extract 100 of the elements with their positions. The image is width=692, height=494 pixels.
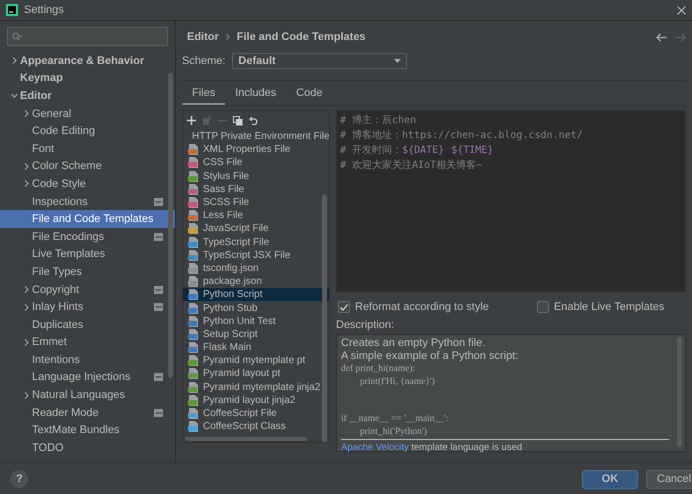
template-item[interactable]: CoffeeScript Class xyxy=(183,420,329,434)
back-arrow-icon[interactable] xyxy=(656,32,667,42)
file-icon xyxy=(188,144,199,156)
code-line: # 博客地址：https://chen-ac.blog.csdn.net/ xyxy=(340,128,584,143)
template-item[interactable]: TypeScript File xyxy=(183,236,329,249)
tab[interactable]: Files xyxy=(182,87,226,105)
sidebar-item[interactable]: Code Editing xyxy=(0,122,175,140)
sidebar-item[interactable]: File Types xyxy=(0,263,175,281)
template-item[interactable]: Flask Main xyxy=(183,341,329,354)
app-logo-icon xyxy=(6,4,18,16)
file-icon xyxy=(188,197,199,208)
template-item[interactable]: Python Stub xyxy=(183,301,329,315)
scrollbar[interactable] xyxy=(168,73,173,378)
sidebar-item[interactable]: Duplicates xyxy=(0,316,175,334)
search-field[interactable] xyxy=(7,27,168,46)
scheme-dropdown[interactable]: Default xyxy=(232,53,408,69)
tab[interactable]: Includes xyxy=(225,87,286,105)
sidebar-item[interactable]: Inspections xyxy=(0,192,175,210)
template-item[interactable]: Python Script xyxy=(183,288,329,302)
chevron-right-icon[interactable] xyxy=(10,57,18,64)
add-icon[interactable] xyxy=(187,116,196,125)
template-item[interactable]: Pyramid mytemplate pt xyxy=(183,354,329,368)
code-line: # 欢迎大家关注AIoT相关博客~ xyxy=(340,158,484,173)
template-item[interactable]: Pyramid mytemplate jinja2 xyxy=(183,380,329,394)
template-item[interactable]: Stylus File xyxy=(183,170,329,183)
sidebar-item[interactable]: Keymap xyxy=(0,70,175,88)
scheme-label: Scheme: xyxy=(182,55,226,67)
scrollbar[interactable] xyxy=(322,194,327,442)
file-icon xyxy=(188,316,199,327)
chevron-down-icon[interactable] xyxy=(10,92,18,100)
template-item[interactable]: Less File xyxy=(183,209,329,222)
template-item[interactable]: HTTP Private Environment File xyxy=(183,130,329,144)
sidebar-item[interactable]: TODO xyxy=(0,439,175,457)
sidebar-item[interactable]: Font xyxy=(0,140,175,158)
file-icon xyxy=(188,262,199,274)
checkbox-label: Reformat according to style xyxy=(355,301,489,313)
checkbox-label: Enable Live Templates xyxy=(554,301,664,313)
template-item[interactable]: Python Unit Test xyxy=(183,314,329,328)
template-item[interactable]: SCSS File xyxy=(183,196,329,210)
sidebar-item[interactable]: Color Scheme xyxy=(0,158,175,176)
chevron-right-icon[interactable] xyxy=(22,304,30,311)
chevron-right-icon[interactable] xyxy=(22,110,30,118)
template-item[interactable]: JavaScript File xyxy=(183,222,329,236)
chevron-right-icon[interactable] xyxy=(22,392,30,399)
template-item[interactable]: CSS File xyxy=(183,156,329,170)
velocity-link[interactable]: Apache Velocity xyxy=(341,442,409,453)
chevron-right-icon[interactable] xyxy=(22,338,30,346)
sidebar-item[interactable]: File and Code Templates xyxy=(0,210,175,228)
description-label: Description: xyxy=(336,319,396,332)
sidebar-item[interactable]: Appearance & Behavior xyxy=(0,52,175,70)
file-icon xyxy=(188,250,199,261)
sidebar-item[interactable]: Copyright xyxy=(0,280,175,298)
sidebar-item[interactable]: Editor xyxy=(0,87,175,105)
sidebar-item[interactable]: General xyxy=(0,104,175,122)
file-icon xyxy=(188,170,199,182)
dialog-button[interactable]: Cancel xyxy=(646,470,692,488)
sidebar-item[interactable]: Inlay Hints xyxy=(0,298,175,316)
code-line: # 开发时间：${DATE} ${TIME} xyxy=(340,144,494,158)
sidebar-item[interactable]: Live Templates xyxy=(0,246,175,264)
sidebar-item[interactable]: Intentions xyxy=(0,351,175,369)
chevron-right-icon[interactable] xyxy=(22,180,30,188)
template-item[interactable]: XML Properties File xyxy=(183,143,329,156)
chevron-right-icon[interactable] xyxy=(22,162,30,170)
chevron-right-icon[interactable] xyxy=(22,286,30,294)
template-item[interactable]: Pyramid layout jinja2 xyxy=(183,394,329,407)
template-item[interactable]: Sass File xyxy=(183,182,329,196)
window-title: Settings xyxy=(24,4,64,16)
sidebar-item[interactable]: File Encodings xyxy=(0,228,175,246)
template-language-note: Apache Velocity template language is used xyxy=(341,438,669,453)
dropdown-arrow-icon xyxy=(394,59,402,63)
file-icon xyxy=(188,184,199,195)
help-button[interactable]: ? xyxy=(10,470,28,488)
template-item[interactable]: package.json xyxy=(183,275,329,288)
template-item[interactable]: TypeScript JSX File xyxy=(183,248,329,262)
sidebar-item[interactable]: Emmet xyxy=(0,334,175,352)
dialog-button[interactable]: OK xyxy=(582,470,638,488)
description-text: A simple example of a Python script: xyxy=(341,350,520,363)
sidebar-item[interactable]: Code Style xyxy=(0,175,175,193)
sidebar-item[interactable]: TextMate Bundles xyxy=(0,421,175,440)
tab[interactable]: Code xyxy=(286,87,333,105)
search-icon xyxy=(12,32,22,41)
template-item[interactable]: tsconfig.json xyxy=(183,262,329,276)
code-editor[interactable]: # 博主：辰chen # 博客地址：https://chen-ac.blog.csdn.net/ # 开发时间：${DATE} ${TIME} # 欢迎大家关注AIoT相关博客~ xyxy=(336,110,686,292)
template-item[interactable]: CoffeeScript File xyxy=(183,406,329,420)
checkbox[interactable] xyxy=(338,301,350,313)
sidebar-item[interactable]: Language Injections xyxy=(0,368,175,386)
sidebar-item[interactable]: Reader Mode xyxy=(0,404,175,422)
file-icon xyxy=(188,368,199,380)
file-icon xyxy=(188,210,199,222)
checkbox[interactable] xyxy=(536,301,549,313)
file-icon xyxy=(188,421,199,432)
file-icon xyxy=(188,223,199,234)
template-item[interactable]: Pyramid layout pt xyxy=(183,367,329,381)
template-item[interactable]: Setup Script xyxy=(183,328,329,341)
file-icon xyxy=(188,289,199,300)
file-icon xyxy=(188,408,199,420)
undo-icon[interactable] xyxy=(249,116,259,125)
close-icon[interactable] xyxy=(677,6,686,14)
sidebar-item[interactable]: Natural Languages xyxy=(0,386,175,404)
copy-icon[interactable] xyxy=(233,116,243,126)
